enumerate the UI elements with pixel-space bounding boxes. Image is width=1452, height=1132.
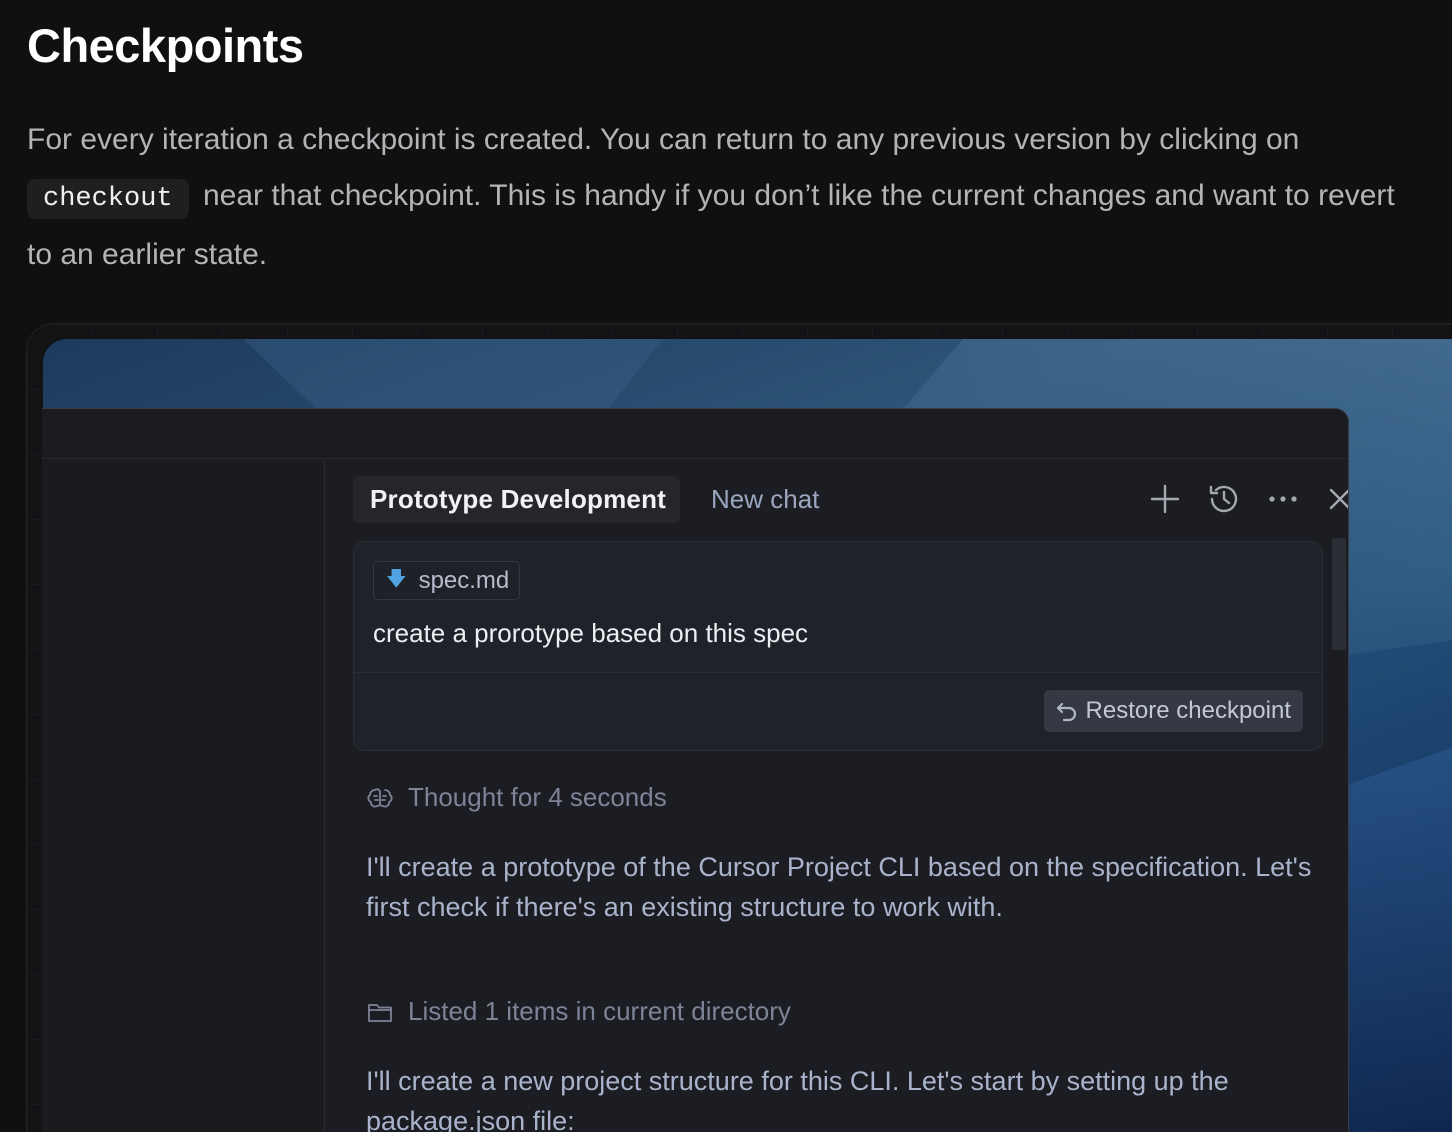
brain-icon	[367, 787, 393, 807]
user-message-text: create a prorotype based on this spec	[373, 618, 809, 648]
restore-checkpoint-button[interactable]: Restore checkpoint	[1043, 690, 1303, 732]
thought-status[interactable]: Thought for 4 seconds	[366, 782, 667, 813]
plus-icon[interactable]	[1148, 482, 1182, 516]
sidebar	[42, 460, 325, 1132]
tab-prototype-development[interactable]: Prototype Development	[353, 476, 681, 523]
intro-paragraph: For every iteration a checkpoint is crea…	[27, 112, 1427, 283]
more-icon[interactable]	[1266, 482, 1300, 516]
restore-checkpoint-label: Restore checkpoint	[1085, 697, 1291, 724]
assistant-response: I'll create a prototype of the Cursor Pr…	[366, 852, 1312, 922]
attachment-name: spec.md	[418, 566, 510, 594]
intro-text-start: For every iteration a checkpoint is crea…	[27, 123, 1300, 156]
page-title: Checkpoints	[27, 19, 304, 72]
listed-directory-status[interactable]: Listed 1 items in current directory	[366, 996, 791, 1027]
thought-text: Thought for 4 seconds	[408, 782, 667, 812]
close-icon[interactable]	[1323, 482, 1348, 516]
undo-icon	[1056, 702, 1076, 722]
message-divider	[354, 672, 1322, 673]
arrow-down-icon: 🡇	[386, 567, 407, 590]
app-window: Prototype Development New chat 🡇 spec.md…	[42, 408, 1349, 1132]
tab-new-chat[interactable]: New chat	[711, 476, 819, 523]
history-icon[interactable]	[1207, 482, 1241, 516]
chat-panel: Prototype Development New chat 🡇 spec.md…	[326, 460, 1348, 1132]
intro-text-end: near that checkpoint. This is handy if y…	[27, 179, 1395, 271]
assistant-response: I'll create a new project structure for …	[366, 1066, 1229, 1132]
window-titlebar[interactable]	[42, 409, 1348, 459]
scrollbar-thumb[interactable]	[1332, 538, 1346, 650]
folder-icon	[368, 1003, 392, 1022]
listed-text: Listed 1 items in current directory	[408, 996, 791, 1026]
inline-code-checkout: checkout	[27, 179, 189, 219]
attachment-chip[interactable]: 🡇 spec.md	[373, 561, 521, 600]
wallpaper-shape	[243, 339, 663, 419]
user-message-card[interactable]: 🡇 spec.md create a prorotype based on th…	[353, 541, 1323, 751]
